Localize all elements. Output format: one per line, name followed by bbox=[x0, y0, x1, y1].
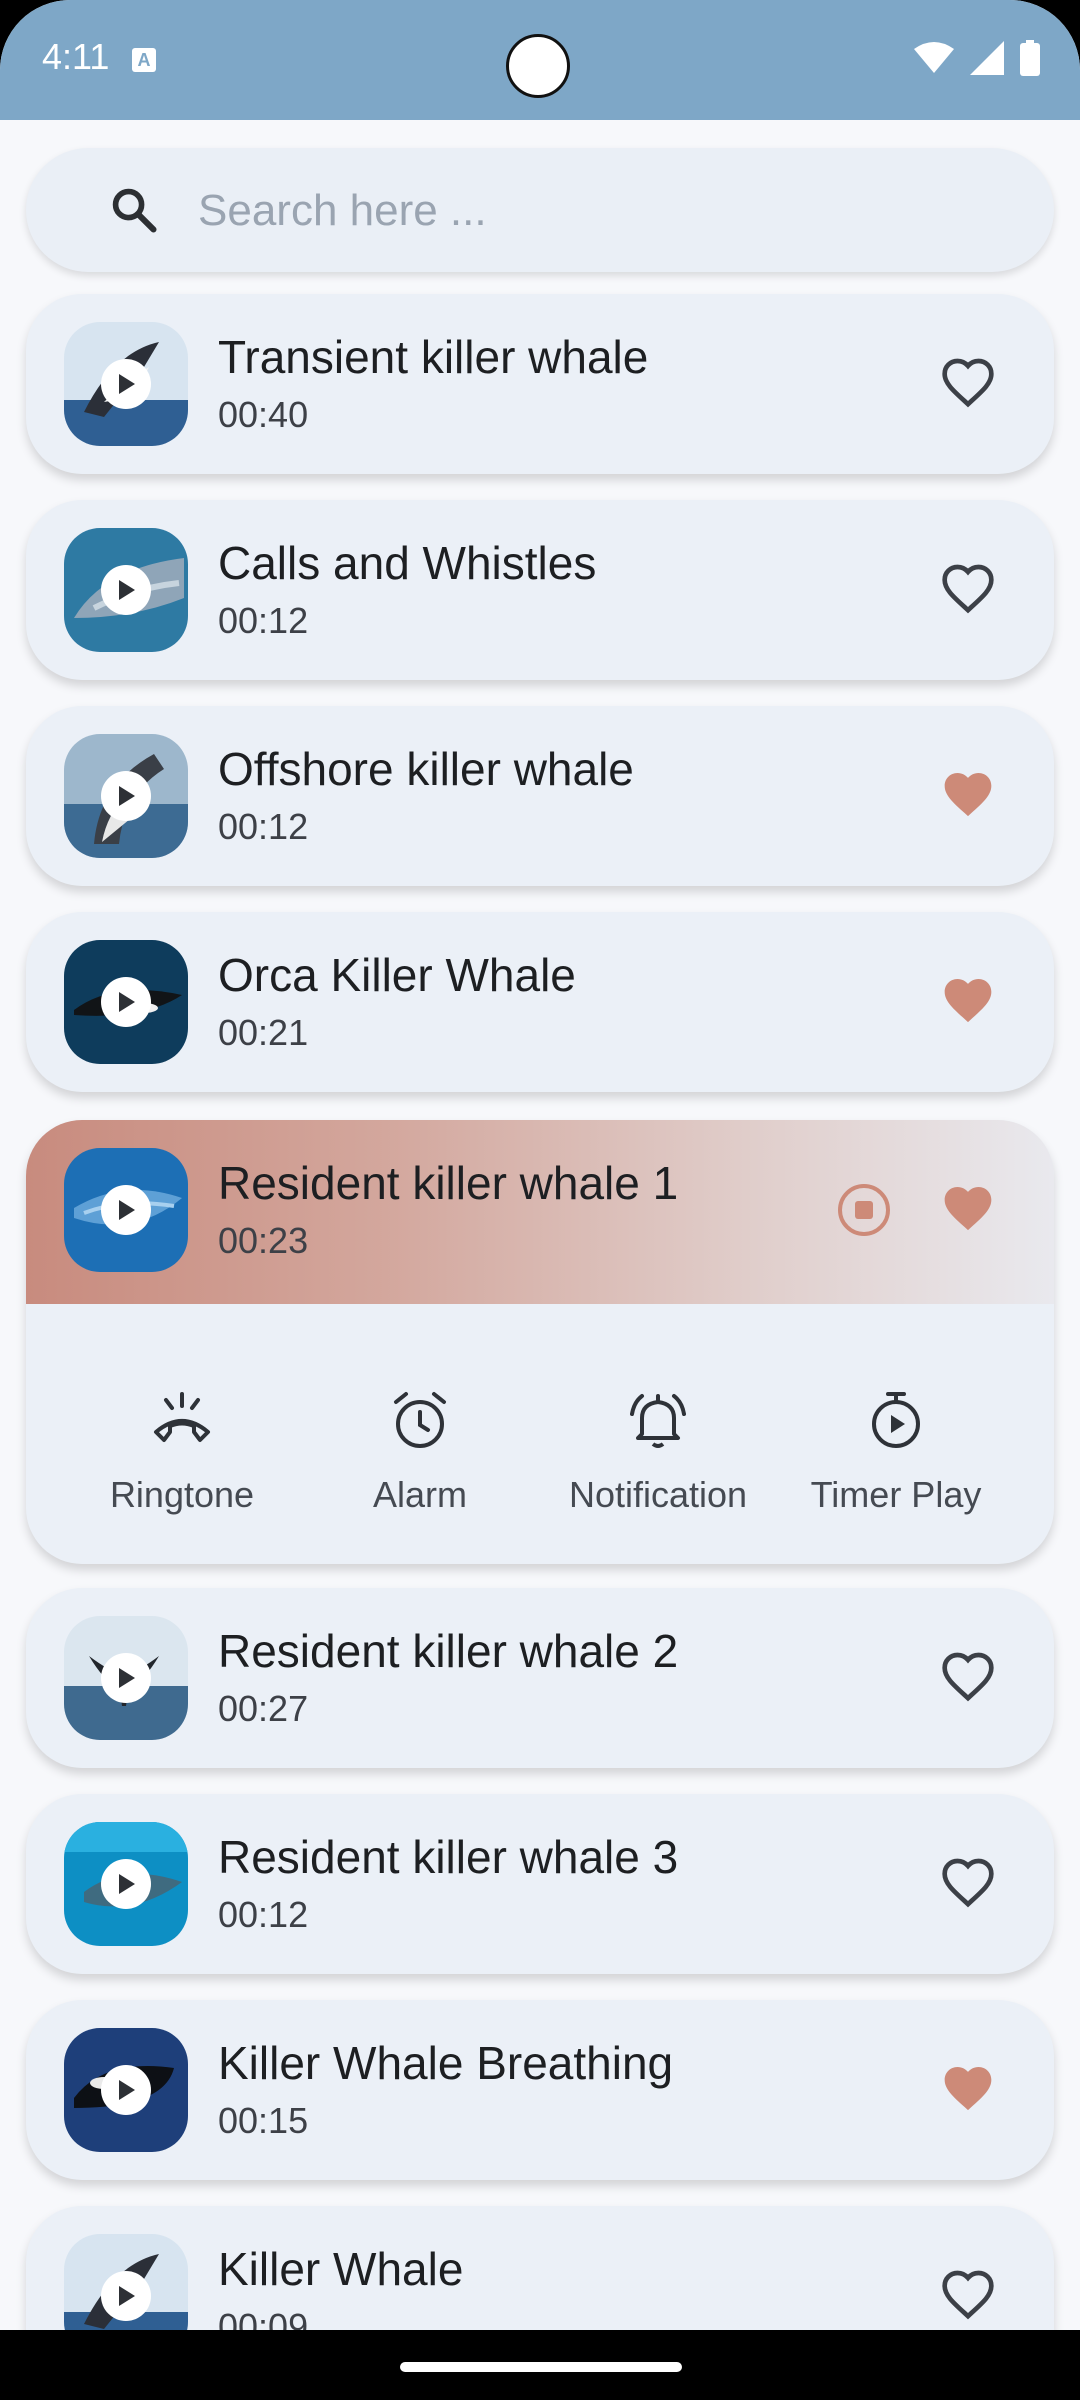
timer-play-button[interactable]: Timer Play bbox=[786, 1388, 1006, 1516]
stop-icon[interactable] bbox=[836, 1182, 892, 1238]
play-icon[interactable] bbox=[101, 2065, 151, 2115]
list-item[interactable]: Offshore killer whale 00:12 bbox=[26, 706, 1054, 886]
whale-blue-thumbnail[interactable] bbox=[64, 1148, 188, 1272]
timer-icon bbox=[872, 1392, 920, 1448]
whale-shallow-thumbnail[interactable] bbox=[64, 1822, 188, 1946]
notification-icon bbox=[630, 1394, 686, 1448]
status-bar: 4:11 A bbox=[0, 0, 1080, 120]
app-notification-icon: A bbox=[132, 48, 156, 72]
search-input[interactable]: Search here ... bbox=[198, 186, 487, 236]
status-time: 4:11 bbox=[42, 36, 110, 77]
sound-duration: 00:27 bbox=[218, 1688, 309, 1729]
heart-filled-icon[interactable] bbox=[940, 974, 996, 1026]
sound-title: Resident killer whale 1 bbox=[218, 1157, 679, 1209]
play-icon[interactable] bbox=[101, 1653, 151, 1703]
whale-breach-thumbnail[interactable] bbox=[64, 322, 188, 446]
heart-filled-icon[interactable] bbox=[940, 768, 996, 820]
action-label: Ringtone bbox=[109, 1474, 255, 1515]
ringtone-icon bbox=[154, 1392, 210, 1442]
sound-title: Killer Whale Breathing bbox=[218, 2037, 674, 2089]
sound-title: Offshore killer whale bbox=[218, 743, 634, 795]
action-label: Notification bbox=[568, 1474, 748, 1515]
list-item[interactable]: Orca Killer Whale 00:21 bbox=[26, 912, 1054, 1092]
whale-underwater-thumbnail[interactable] bbox=[64, 528, 188, 652]
sound-duration: 00:21 bbox=[218, 1012, 309, 1053]
play-icon[interactable] bbox=[101, 359, 151, 409]
list-item[interactable]: Resident killer whale 2 00:27 bbox=[26, 1588, 1054, 1768]
camera-cutout bbox=[506, 34, 570, 98]
whale-tail-thumbnail[interactable] bbox=[64, 1616, 188, 1740]
action-label: Timer Play bbox=[810, 1474, 982, 1515]
wifi-icon bbox=[914, 42, 954, 73]
alarm-icon bbox=[394, 1392, 446, 1448]
heart-outline-icon[interactable] bbox=[940, 1856, 996, 1908]
heart-filled-icon[interactable] bbox=[940, 2062, 996, 2114]
play-icon[interactable] bbox=[101, 977, 151, 1027]
list-item[interactable]: Calls and Whistles 00:12 bbox=[26, 500, 1054, 680]
alarm-button[interactable]: Alarm bbox=[310, 1388, 530, 1516]
active-item-header[interactable]: Resident killer whale 1 00:23 bbox=[26, 1120, 1054, 1304]
status-icons bbox=[914, 40, 1040, 76]
sound-duration: 00:12 bbox=[218, 600, 309, 641]
sound-duration: 00:23 bbox=[218, 1220, 309, 1261]
battery-icon bbox=[1020, 40, 1040, 76]
play-icon[interactable] bbox=[101, 2271, 151, 2321]
play-icon[interactable] bbox=[101, 771, 151, 821]
orca-dark-thumbnail[interactable] bbox=[64, 2028, 188, 2152]
heart-outline-icon[interactable] bbox=[940, 2268, 996, 2320]
search-icon bbox=[112, 188, 157, 233]
signal-icon bbox=[970, 41, 1004, 75]
orca-thumbnail[interactable] bbox=[64, 940, 188, 1064]
expanded-list-item[interactable]: Resident killer whale 1 00:23 Ringtone A… bbox=[26, 1120, 1054, 1564]
sound-duration: 00:15 bbox=[218, 2100, 309, 2141]
sound-title: Orca Killer Whale bbox=[218, 949, 576, 1001]
home-gesture-handle[interactable] bbox=[400, 2362, 682, 2372]
sound-title: Transient killer whale bbox=[218, 331, 649, 383]
heart-outline-icon[interactable] bbox=[940, 1650, 996, 1702]
play-icon[interactable] bbox=[101, 565, 151, 615]
sound-duration: 00:12 bbox=[218, 1894, 309, 1935]
play-icon[interactable] bbox=[101, 1859, 151, 1909]
sound-duration: 00:40 bbox=[218, 394, 309, 435]
screen: 4:11 A Search here ... Transient killer … bbox=[0, 0, 1080, 2400]
ringtone-button[interactable]: Ringtone bbox=[72, 1388, 292, 1516]
heart-outline-icon[interactable] bbox=[940, 562, 996, 614]
sound-title: Calls and Whistles bbox=[218, 537, 597, 589]
sound-title: Resident killer whale 2 bbox=[218, 1625, 679, 1677]
list-item[interactable]: Transient killer whale 00:40 bbox=[26, 294, 1054, 474]
search-bar[interactable]: Search here ... bbox=[26, 148, 1054, 272]
heart-outline-icon[interactable] bbox=[940, 356, 996, 408]
notification-button[interactable]: Notification bbox=[548, 1388, 768, 1516]
sound-duration: 00:12 bbox=[218, 806, 309, 847]
heart-filled-icon[interactable] bbox=[940, 1182, 996, 1234]
list-item[interactable]: Killer Whale Breathing 00:15 bbox=[26, 2000, 1054, 2180]
play-icon[interactable] bbox=[101, 1185, 151, 1235]
action-row: Ringtone Alarm Notification Timer Play bbox=[26, 1304, 1054, 1564]
whale-jump-thumbnail[interactable] bbox=[64, 734, 188, 858]
sound-title: Resident killer whale 3 bbox=[218, 1831, 679, 1883]
list-item[interactable]: Resident killer whale 3 00:12 bbox=[26, 1794, 1054, 1974]
sound-title: Killer Whale bbox=[218, 2243, 464, 2295]
action-label: Alarm bbox=[372, 1474, 467, 1515]
